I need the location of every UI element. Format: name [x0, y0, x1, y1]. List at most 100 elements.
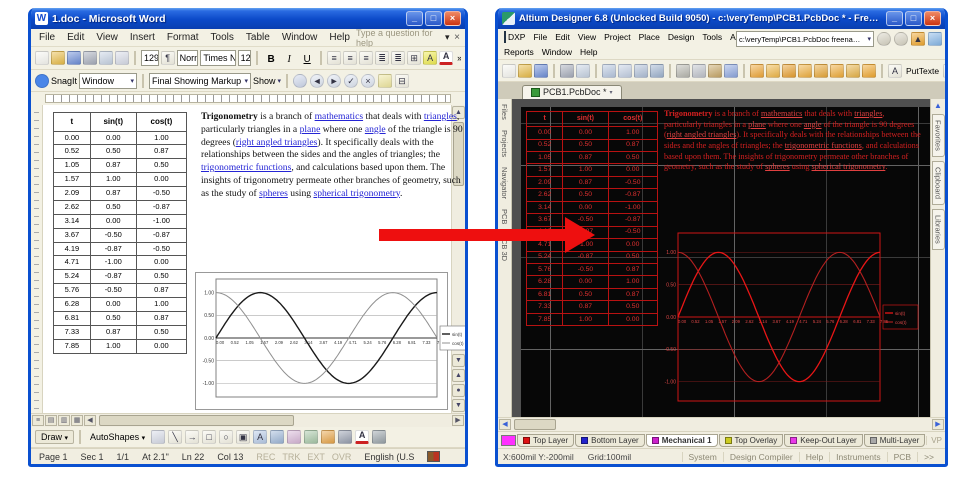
- status-button-instruments[interactable]: Instruments: [829, 452, 886, 462]
- status-mode-rec[interactable]: REC: [256, 452, 275, 462]
- ask-question-box[interactable]: Type a question for help: [356, 28, 443, 48]
- hscroll-right-icon[interactable]: ▶: [452, 415, 464, 426]
- current-layer-color-swatch[interactable]: [501, 435, 516, 446]
- altium-menu-edit[interactable]: Edit: [551, 31, 574, 43]
- toolbar-options-icon[interactable]: »: [455, 50, 461, 66]
- word-titlebar[interactable]: W 1.doc - Microsoft Word _□×: [31, 8, 465, 29]
- left-panel-tab-projects[interactable]: Projects: [499, 125, 510, 162]
- place-string-icon[interactable]: A: [888, 64, 902, 78]
- place-pad-icon[interactable]: [766, 64, 780, 78]
- word-menu-format[interactable]: Format: [161, 31, 205, 44]
- vertical-ruler[interactable]: [31, 105, 43, 413]
- minimize-button[interactable]: _: [406, 11, 423, 26]
- undo-icon[interactable]: [724, 64, 738, 78]
- ask-dropdown-icon[interactable]: ▾: [443, 30, 451, 46]
- altium-menu-dxp[interactable]: DXP: [500, 31, 529, 43]
- web-layout-view-icon[interactable]: ▤: [45, 415, 57, 426]
- puttexte-button[interactable]: PutTexte: [904, 66, 941, 76]
- borders-icon[interactable]: ⊞: [407, 51, 421, 65]
- select-filter-icon[interactable]: [634, 64, 648, 78]
- maximize-button[interactable]: □: [425, 11, 442, 26]
- word-chart-object[interactable]: 1.000.500.00-0.50-1.000.000.521.051.572.…: [195, 272, 448, 410]
- save-icon[interactable]: [67, 51, 81, 65]
- align-right-icon[interactable]: ≡: [359, 51, 373, 65]
- panel-collapse-icon[interactable]: ▲: [934, 99, 942, 112]
- text-box-icon[interactable]: ▣: [236, 430, 250, 444]
- hyperlink-plane[interactable]: plane: [748, 120, 766, 129]
- style-combo[interactable]: Normal ▾: [177, 50, 199, 66]
- altium-menu-help[interactable]: Help: [576, 46, 601, 58]
- underline-button[interactable]: U: [299, 51, 315, 66]
- maximize-button[interactable]: □: [905, 11, 922, 26]
- altium-menu-design[interactable]: Design: [664, 31, 698, 43]
- right-panel-tab-favorites[interactable]: Favorites: [932, 114, 945, 157]
- charts-menu-icon[interactable]: [928, 32, 942, 46]
- normal-view-icon[interactable]: ≡: [32, 415, 44, 426]
- place-arc-icon[interactable]: [798, 64, 812, 78]
- altium-menu-file[interactable]: File: [529, 31, 551, 43]
- altium-menu-reports[interactable]: Reports: [500, 46, 538, 58]
- layer-tab-top-overlay[interactable]: Top Overlay: [719, 434, 784, 447]
- layer-tab-mechanical-1[interactable]: Mechanical 1: [646, 434, 718, 447]
- hyperlink-spherical-trigonometry[interactable]: spherical trigonometry: [313, 188, 400, 199]
- hyperlink-trigonometric-functions[interactable]: trigonometric functions: [785, 141, 862, 150]
- font-color-icon[interactable]: A: [355, 430, 369, 444]
- mask-dim-2-icon[interactable]: [894, 32, 908, 46]
- snagit-window-combo[interactable]: Window ▾: [79, 73, 137, 89]
- zoom-combo[interactable]: 129% ▾: [141, 50, 159, 66]
- open-folder-icon[interactable]: [51, 51, 65, 65]
- word-page[interactable]: tsin(t)cos(t)0.000.001.000.520.500.871.0…: [43, 105, 451, 413]
- altium-menu-tools[interactable]: Tools: [698, 31, 726, 43]
- pcb-canvas[interactable]: tsin(t)cos(t)0.000.001.000.520.500.871.0…: [512, 99, 930, 417]
- left-panel-tab-navigator[interactable]: Navigator: [499, 162, 510, 204]
- cross-probe-icon[interactable]: [650, 64, 664, 78]
- right-panel-tab-libraries[interactable]: Libraries: [932, 209, 945, 250]
- status-button-design-compiler[interactable]: Design Compiler: [723, 452, 799, 462]
- close-button[interactable]: ×: [924, 11, 941, 26]
- open-document-icon[interactable]: [518, 64, 532, 78]
- line-icon[interactable]: ╲: [168, 430, 182, 444]
- word-menu-help[interactable]: Help: [323, 31, 356, 44]
- snagit-icon[interactable]: [35, 74, 49, 88]
- pcb-document-tab[interactable]: PCB1.PcbDoc * ▾: [522, 85, 622, 99]
- hscroll-left-icon[interactable]: ◀: [499, 419, 511, 430]
- autoshapes-menu-button[interactable]: AutoShapes ▾: [86, 431, 149, 443]
- close-button[interactable]: ×: [444, 11, 461, 26]
- hyperlink-mathematics[interactable]: mathematics: [315, 111, 363, 122]
- status-button-pcb[interactable]: PCB: [887, 452, 917, 462]
- save-icon[interactable]: [534, 64, 548, 78]
- place-room-icon[interactable]: [862, 64, 876, 78]
- hyperlink-spheres[interactable]: spheres: [765, 162, 790, 171]
- numbered-list-icon[interactable]: ≣: [391, 51, 405, 65]
- font-color-icon[interactable]: A: [439, 51, 453, 65]
- hscroll-track[interactable]: [97, 415, 451, 426]
- fill-color-icon[interactable]: [321, 430, 335, 444]
- hscroll-thumb[interactable]: [514, 419, 556, 430]
- hscroll-thumb[interactable]: [99, 415, 294, 426]
- hyperlink-mathematics[interactable]: mathematics: [761, 109, 802, 118]
- oval-icon[interactable]: ○: [219, 430, 233, 444]
- hscroll-track[interactable]: [512, 419, 931, 430]
- place-polygon-icon[interactable]: [814, 64, 828, 78]
- altium-menu-window[interactable]: Window: [538, 46, 576, 58]
- status-button-help[interactable]: Help: [799, 452, 829, 462]
- hyperlink-trigonometric-functions[interactable]: trigonometric functions: [201, 162, 291, 173]
- hscroll-right-icon[interactable]: ▶: [932, 419, 944, 430]
- status-button-system[interactable]: System: [682, 452, 723, 462]
- paste-icon[interactable]: [708, 64, 722, 78]
- horizontal-ruler[interactable]: [31, 92, 465, 105]
- up-hierarchy-icon[interactable]: ▲: [911, 32, 925, 46]
- hyperlink-spherical-trigonometry[interactable]: spherical trigonometry: [812, 162, 886, 171]
- word-horizontal-scrollbar[interactable]: ≡▤▥▦ ◀ ▶: [31, 413, 465, 427]
- reject-change-icon[interactable]: ×: [361, 74, 375, 88]
- place-dimension-icon[interactable]: [846, 64, 860, 78]
- print-preview-icon[interactable]: [99, 51, 113, 65]
- layer-tab-keep-out-layer[interactable]: Keep-Out Layer: [784, 434, 862, 447]
- word-menu-table[interactable]: Table: [240, 31, 276, 44]
- spelling-status-icon[interactable]: [427, 451, 440, 462]
- print-preview-icon[interactable]: [576, 64, 590, 78]
- zoom-area-icon[interactable]: [618, 64, 632, 78]
- altium-horizontal-scrollbar[interactable]: ◀ ▶: [498, 417, 945, 431]
- paragraph-marks-icon[interactable]: ¶: [161, 51, 175, 65]
- next-change-icon[interactable]: ►: [327, 74, 341, 88]
